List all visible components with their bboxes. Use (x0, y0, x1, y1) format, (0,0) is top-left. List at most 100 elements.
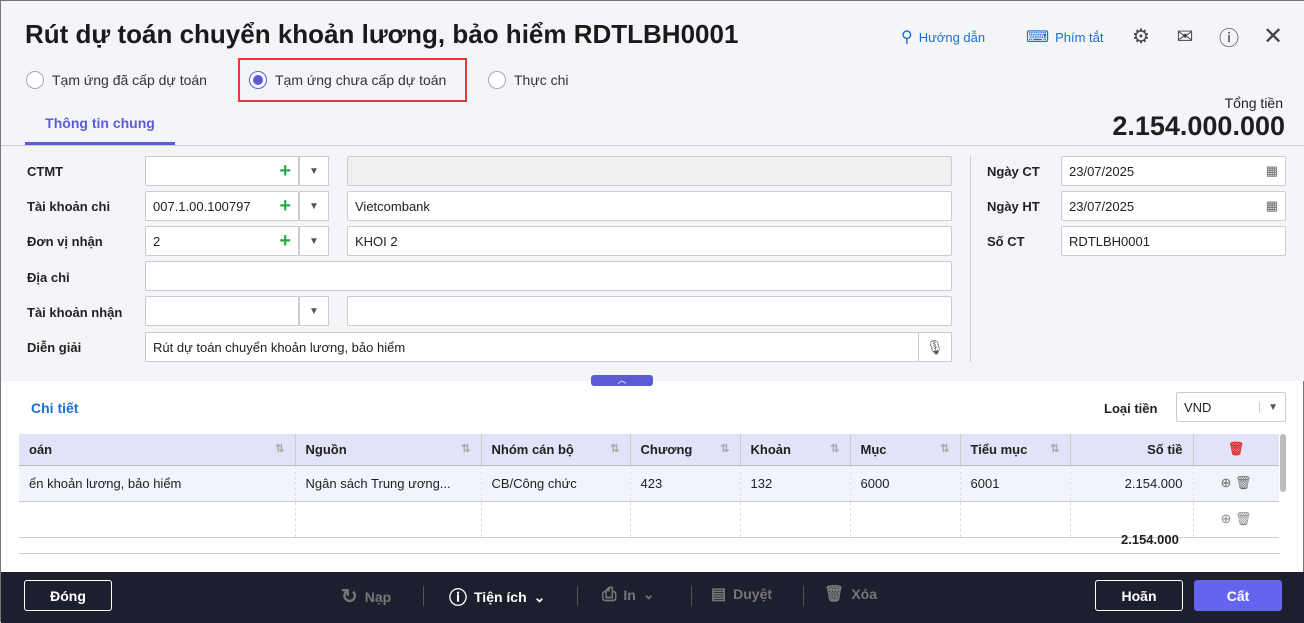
utilities-button[interactable]: ⓘ Tiện ích ⌄ (449, 584, 545, 610)
column-header[interactable]: Nguồn ⇅ (295, 434, 482, 466)
cell[interactable]: 132 (740, 465, 851, 502)
cancel-button[interactable]: Hoãn (1095, 580, 1183, 611)
dien-giai-input[interactable]: Rút dự toán chuyển khoản lương, bảo hiểm (145, 332, 919, 362)
chevron-down-icon[interactable]: ▼ (299, 296, 329, 326)
cell[interactable]: CB/Công chức (481, 465, 631, 502)
chevron-down-icon[interactable]: ▼ (299, 156, 329, 186)
scrollbar[interactable] (1280, 434, 1286, 492)
collapse-toggle[interactable]: ︿ (591, 375, 653, 386)
page-title: Rút dự toán chuyển khoản lương, bảo hiểm… (25, 19, 739, 49)
radio-label: Tạm ứng đã cấp dự toán (52, 72, 207, 88)
reload-icon: ↻ (341, 586, 358, 608)
ctmt-input[interactable]: + (145, 156, 299, 186)
so-ct-input[interactable]: RDTLBH0001 (1061, 226, 1286, 256)
add-row-icon[interactable]: ⊕ (1220, 511, 1231, 526)
total-label: Tổng tiền (1224, 95, 1283, 111)
cell[interactable]: Ngân sách Trung ương... (295, 465, 482, 502)
detail-title: Chi tiết (31, 400, 79, 416)
plus-icon[interactable]: + (279, 230, 291, 253)
cell[interactable]: 2.154.000 (1070, 465, 1194, 502)
radio-label: Tạm ứng chưa cấp dự toán (275, 72, 447, 88)
column-header[interactable]: Chương ⇅ (630, 434, 741, 466)
tab-thong-tin-chung[interactable]: Thông tin chung (25, 105, 175, 145)
cell[interactable]: 6000 (850, 465, 961, 502)
radio-circle[interactable] (26, 71, 44, 89)
ctmt-name-field (347, 156, 952, 186)
save-button[interactable]: Cất (1194, 580, 1282, 611)
radio-circle[interactable] (249, 71, 267, 89)
bank-name-input[interactable]: Vietcombank (347, 191, 952, 221)
shortcuts-label: Phím tắt (1055, 29, 1104, 45)
ctmt-label: CTMT (27, 164, 64, 179)
dia-chi-input[interactable] (145, 261, 952, 291)
dia-chi-label: Địa chỉ (27, 270, 70, 285)
gear-icon[interactable]: ⚙ (1128, 23, 1154, 49)
close-icon[interactable]: ✕ (1260, 23, 1286, 50)
ngay-ht-value: 23/07/2025 (1069, 198, 1135, 214)
approve-button[interactable]: ▤ Duyệt (711, 584, 772, 604)
column-header[interactable]: Mục ⇅ (850, 434, 961, 466)
trash-icon[interactable]: 🗑 (1235, 511, 1252, 526)
currency-label: Loại tiền (1104, 401, 1158, 416)
radio-circle[interactable] (488, 71, 506, 89)
help-icon[interactable]: ⓘ (1216, 23, 1242, 50)
ngay-ht-input[interactable]: 23/07/2025 ▦ (1061, 191, 1286, 221)
tk-nhan-label: Tài khoản nhận (27, 305, 123, 320)
guide-label: Hướng dẫn (918, 29, 986, 45)
don-vi-name-input[interactable]: KHOI 2 (347, 226, 952, 256)
calendar-icon[interactable]: ▦ (1266, 163, 1278, 179)
don-vi-value: 2 (153, 233, 161, 249)
divider (970, 156, 971, 362)
more-icon: ⓘ (449, 588, 467, 608)
tk-chi-input[interactable]: 007.1.00.100797 + (145, 191, 299, 221)
guide-button[interactable]: ⚲ Hướng dẫn (901, 27, 985, 47)
add-row-icon[interactable]: ⊕ (1220, 475, 1231, 490)
delete-button[interactable]: 🗑 Xóa (824, 584, 877, 604)
plus-icon[interactable]: + (279, 160, 291, 183)
column-header[interactable]: oán ⇅ (19, 434, 296, 466)
table-header: oán ⇅ Nguồn ⇅ Nhóm cán bộ ⇅ Chương ⇅ Khoản ⇅ … (19, 434, 1279, 466)
radio-tam-ung-da-cap[interactable]: Tạm ứng đã cấp dự toán (26, 71, 207, 89)
column-header[interactable]: Nhóm cán bộ ⇅ (481, 434, 631, 466)
ngay-ct-input[interactable]: 23/07/2025 ▦ (1061, 156, 1286, 186)
cell[interactable]: 6001 (960, 465, 1071, 502)
delete-all-icon[interactable]: 🗑 (1193, 434, 1279, 466)
footer-bar: Đóng ↻ Nạp ⓘ Tiện ích ⌄ ⎙ In ⌄ ▤ Duyệt 🗑 Xóa Ho… (1, 572, 1304, 623)
cell[interactable]: 423 (630, 465, 741, 502)
mail-icon[interactable]: ✉ (1172, 23, 1198, 49)
plus-icon[interactable]: + (279, 195, 291, 218)
chevron-down-icon[interactable]: ▼ (1259, 401, 1278, 413)
total-value: 2.154.000.000 (1112, 111, 1285, 141)
ngay-ht-label: Ngày HT (987, 199, 1040, 214)
radio-tam-ung-chua-cap[interactable]: Tạm ứng chưa cấp dự toán (249, 71, 446, 89)
table-row[interactable]: ển khoản lương, bảo hiểm Ngân sách Trung… (19, 465, 1279, 502)
tk-nhan-input[interactable] (145, 296, 299, 326)
reload-button[interactable]: ↻ Nạp (341, 584, 391, 609)
keyboard-icon: ⌨ (1026, 29, 1050, 46)
don-vi-label: Đơn vị nhận (27, 234, 103, 249)
chevron-down-icon[interactable]: ▼ (299, 191, 329, 221)
so-ct-label: Số CT (987, 234, 1025, 249)
trash-icon[interactable]: 🗑 (1235, 475, 1252, 490)
shortcuts-button[interactable]: ⌨ Phím tắt (1026, 27, 1104, 47)
calendar-icon[interactable]: ▦ (1266, 198, 1278, 214)
chevron-down-icon[interactable]: ▼ (299, 226, 329, 256)
print-button[interactable]: ⎙ In ⌄ (602, 584, 655, 605)
column-header[interactable]: Tiểu mục ⇅ (960, 434, 1071, 466)
ngay-ct-value: 23/07/2025 (1069, 163, 1135, 179)
currency-select[interactable]: VND ▼ (1176, 392, 1286, 422)
microphone-icon[interactable]: 🎙 (918, 332, 952, 362)
close-button[interactable]: Đóng (24, 580, 112, 611)
column-header[interactable]: Khoản ⇅ (740, 434, 851, 466)
tk-chi-value: 007.1.00.100797 (153, 198, 251, 214)
chevron-down-icon: ⌄ (642, 586, 655, 602)
cell[interactable]: ển khoản lương, bảo hiểm (19, 465, 296, 502)
don-vi-input[interactable]: 2 + (145, 226, 299, 256)
tk-nhan-name-input[interactable] (347, 296, 952, 326)
table-row-empty[interactable]: ⊕ 🗑 (19, 501, 1279, 538)
sum-value: 2.154.000 (1121, 532, 1179, 547)
radio-thuc-chi[interactable]: Thực chi (488, 71, 569, 89)
column-header[interactable]: Số tiề (1070, 434, 1194, 466)
radio-label: Thực chi (514, 72, 569, 88)
trash-icon: 🗑 (824, 586, 845, 603)
